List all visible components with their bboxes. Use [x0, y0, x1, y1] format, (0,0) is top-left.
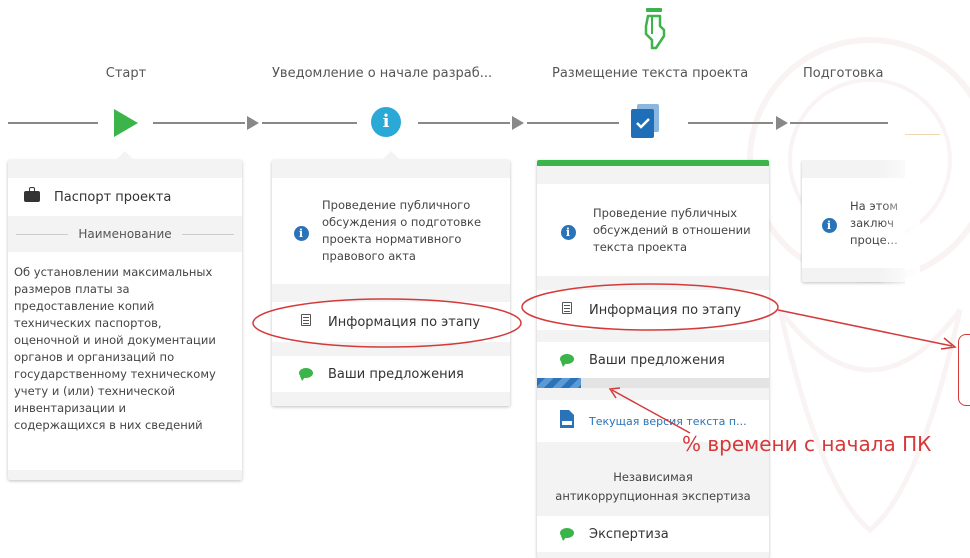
- annotation-arrow: [777, 309, 953, 347]
- annotation-overlay: [252, 283, 957, 434]
- annotation-label: % времени с начала ПК: [682, 432, 932, 456]
- annotation-arrow: [611, 389, 691, 434]
- highlight-ellipse: [252, 298, 522, 348]
- highlight-ellipse: [521, 283, 779, 331]
